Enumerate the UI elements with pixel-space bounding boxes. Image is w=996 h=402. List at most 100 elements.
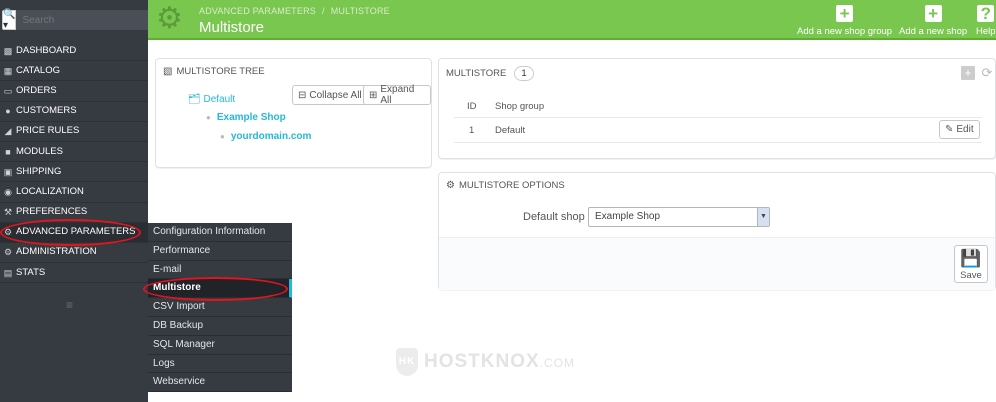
button-label: Save xyxy=(960,270,982,281)
page-title: Multistore xyxy=(199,19,265,36)
annotation-ellipse-advanced-parameters xyxy=(0,219,141,246)
multistore-options-panel: ⚙ MULTISTORE OPTIONS Default shop Exampl… xyxy=(438,172,996,290)
submenu-item-csv-import[interactable]: CSV Import xyxy=(148,298,292,317)
panel-title: MULTISTORE TREE xyxy=(176,66,265,77)
sidebar-item-shipping[interactable]: ▣ SHIPPING xyxy=(0,162,148,183)
watermark: HK HOSTKNOX.COM xyxy=(396,348,575,376)
sidebar: 🔍▾ ▩DASHBOARD ▦CATALOG ▭ORDERS ● CUSTOMER… xyxy=(0,0,155,402)
breadcrumb-item[interactable]: MULTISTORE xyxy=(331,6,390,16)
help-icon: ? xyxy=(977,5,995,22)
sidebar-item-catalog[interactable]: ▦ CATALOG xyxy=(0,61,148,82)
panel-heading: ⚙ MULTISTORE OPTIONS xyxy=(446,180,565,191)
save-button[interactable]: 💾 Save xyxy=(954,245,988,283)
breadcrumb: ADVANCED PARAMETERS / MULTISTORE xyxy=(199,6,390,16)
cog-icon: ⚙ xyxy=(3,247,13,258)
sidebar-item-localization[interactable]: ◉ LOCALIZATION xyxy=(0,182,148,203)
sidebar-item-customers[interactable]: ● CUSTOMERS xyxy=(0,102,148,122)
sidebar-item-label: LOCALIZATION xyxy=(16,185,84,197)
breadcrumb-separator: / xyxy=(322,6,325,16)
users-icon: ● xyxy=(5,106,11,117)
search-dropdown-button[interactable]: 🔍▾ xyxy=(2,9,17,31)
bullet-icon: ● xyxy=(220,132,225,141)
column-header-id[interactable]: ID xyxy=(467,101,477,112)
collapse-menu-icon[interactable]: ≡ xyxy=(66,298,73,312)
button-label: Edit xyxy=(956,124,974,135)
tree-node-label: Example Shop xyxy=(216,112,286,123)
help-button[interactable]: ? Help xyxy=(976,5,996,37)
search-input[interactable] xyxy=(16,10,155,30)
default-shop-label: Default shop xyxy=(523,211,585,223)
add-shop-button[interactable]: + Add a new shop xyxy=(899,5,967,37)
pencil-icon: ✎ xyxy=(945,124,954,135)
cell-shop-group: Default xyxy=(495,125,526,136)
folder-open-icon: 🗂 xyxy=(188,94,201,105)
credit-card-icon: ▭ xyxy=(3,85,13,96)
multistore-tree-panel: ▧ MULTISTORE TREE ⊟ Collapse All ⊞ Expan… xyxy=(155,58,432,168)
add-new-icon[interactable]: + xyxy=(961,66,975,80)
sidebar-item-modules[interactable]: ■ MODULES xyxy=(0,142,148,163)
count-badge: 1 xyxy=(514,66,534,81)
watermark-text: HOSTKNOX xyxy=(424,351,540,372)
button-label: Add a new shop xyxy=(899,26,968,37)
collapse-all-button[interactable]: ⊟ Collapse All xyxy=(292,85,368,105)
page-header: ⚙ ADVANCED PARAMETERS / MULTISTORE Multist… xyxy=(148,0,996,40)
tree-node-url[interactable]: ● yourdomain.com xyxy=(220,131,311,142)
tree-node-label: yourdomain.com xyxy=(230,131,312,142)
sidebar-item-label: PRICE RULES xyxy=(16,125,80,137)
submenu-item-sql-manager[interactable]: SQL Manager xyxy=(148,336,292,355)
panel-footer: 💾 Save xyxy=(439,237,995,290)
bullet-icon: ● xyxy=(206,113,211,122)
submenu-item-configuration-information[interactable]: Configuration Information xyxy=(148,223,292,242)
row-divider xyxy=(454,117,982,118)
panel-title: MULTISTORE xyxy=(446,68,507,79)
plus-square-icon: + xyxy=(924,5,942,22)
chevron-down-icon: ▼ xyxy=(757,208,769,226)
button-label: Expand All xyxy=(380,84,415,106)
cogs-icon: ⚙ xyxy=(156,2,183,35)
minus-square-icon: ⊟ xyxy=(298,89,307,101)
sidebar-item-dashboard[interactable]: ▩ DASHBOARD xyxy=(0,41,148,62)
expand-all-button[interactable]: ⊞ Expand All xyxy=(363,84,431,106)
sidebar-item-label: DASHBOARD xyxy=(16,44,77,56)
sidebar-item-label: MODULES xyxy=(16,145,63,157)
sidebar-item-price-rules[interactable]: ◢ PRICE RULES xyxy=(0,122,148,142)
hostknox-logo-icon: HK xyxy=(396,348,418,376)
edit-button[interactable]: ✎ Edit xyxy=(939,120,980,139)
plus-square-icon: + xyxy=(836,5,854,22)
watermark-suffix: .COM xyxy=(539,356,576,370)
submenu-item-logs[interactable]: Logs xyxy=(148,355,292,374)
submenu-item-db-backup[interactable]: DB Backup xyxy=(148,317,292,336)
sidebar-item-stats[interactable]: ▤ STATS xyxy=(0,263,148,284)
truck-icon: ▣ xyxy=(3,166,13,177)
dashboard-icon: ▩ xyxy=(3,45,13,56)
search-box: 🔍▾ xyxy=(2,9,155,31)
search-icon: 🔍▾ xyxy=(3,9,16,31)
default-shop-select[interactable]: Example Shop ▼ xyxy=(588,207,770,227)
tree-node-group[interactable]: 🗂 Default xyxy=(188,94,235,105)
breadcrumb-item[interactable]: ADVANCED PARAMETERS xyxy=(199,6,316,16)
panel-title: MULTISTORE OPTIONS xyxy=(458,180,565,191)
tag-icon: ◢ xyxy=(4,126,12,137)
cogs-icon: ⚙ xyxy=(446,180,455,191)
globe-icon: ◉ xyxy=(4,186,12,197)
sidebar-item-label: SHIPPING xyxy=(16,165,62,177)
refresh-icon[interactable]: ⟳ xyxy=(980,66,994,80)
button-label: Help xyxy=(976,26,996,37)
submenu-item-webservice[interactable]: Webservice xyxy=(148,373,292,393)
advanced-parameters-submenu: Configuration Information Performance E-… xyxy=(148,223,292,393)
sidebar-item-orders[interactable]: ▭ ORDERS xyxy=(0,81,148,102)
column-header-shop-group[interactable]: Shop group xyxy=(495,101,544,112)
multistore-list-panel: MULTISTORE 1 + ⟳ ID Shop group 1 Default… xyxy=(438,58,996,159)
bar-chart-icon: ▤ xyxy=(3,267,13,278)
wrench-icon: ⚒ xyxy=(3,207,13,218)
annotation-ellipse-multistore xyxy=(143,277,288,301)
add-shop-group-button[interactable]: + Add a new shop group xyxy=(797,5,892,37)
plus-square-icon: ⊞ xyxy=(369,89,378,101)
select-value: Example Shop xyxy=(595,211,661,222)
tree-node-shop[interactable]: ● Example Shop xyxy=(206,112,286,123)
tree-node-label: Default xyxy=(203,94,236,105)
sidebar-item-label: CATALOG xyxy=(16,64,60,76)
submenu-item-performance[interactable]: Performance xyxy=(148,242,292,261)
sitemap-icon: ▧ xyxy=(163,66,173,77)
panel-heading: MULTISTORE 1 xyxy=(446,66,534,81)
